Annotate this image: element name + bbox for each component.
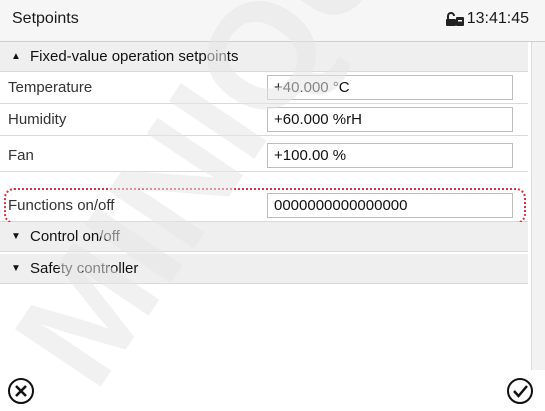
param-label: Temperature: [8, 79, 93, 96]
chevron-down-icon: ▼: [11, 231, 21, 242]
group-safety-controller[interactable]: ▼ Safety controller: [0, 254, 528, 284]
param-row-functions: Functions on/off 0000000000000000: [0, 190, 528, 222]
param-label: Functions on/off: [8, 197, 115, 214]
param-label: Fan: [8, 147, 34, 164]
page-title: Setpoints: [12, 10, 79, 27]
footer-bar: [0, 370, 545, 411]
group-label: Fixed-value operation setpoints: [30, 48, 239, 65]
lock-icon: [445, 12, 464, 26]
group-label: Control on/off: [30, 228, 120, 245]
cancel-icon[interactable]: [6, 376, 36, 406]
param-row-fan: Fan +100.00 %: [0, 140, 528, 172]
functions-field[interactable]: 0000000000000000: [267, 193, 513, 218]
group-label: Safety controller: [30, 260, 139, 277]
temperature-field[interactable]: +40.000 °C: [267, 75, 513, 100]
chevron-up-icon: ▲: [11, 51, 21, 62]
scrollbar[interactable]: [531, 42, 545, 370]
group-fixed-value-setpoints[interactable]: ▲ Fixed-value operation setpoints: [0, 42, 528, 72]
status-area: 13:41:45: [445, 10, 529, 28]
chevron-down-icon: ▼: [11, 263, 21, 274]
param-row-temperature: Temperature +40.000 °C: [0, 72, 528, 104]
header-bar: Setpoints 13:41:45: [0, 0, 545, 42]
param-row-humidity: Humidity +60.000 %rH: [0, 104, 528, 136]
clock-time: 13:41:45: [466, 10, 529, 27]
group-control-on-off[interactable]: ▼ Control on/off: [0, 222, 528, 252]
param-label: Humidity: [8, 111, 67, 128]
fan-field[interactable]: +100.00 %: [267, 143, 513, 168]
setpoints-screen: Setpoints 13:41:45 ▲ Fixed-value operati…: [0, 0, 545, 411]
humidity-field[interactable]: +60.000 %rH: [267, 107, 513, 132]
confirm-icon[interactable]: [505, 376, 535, 406]
